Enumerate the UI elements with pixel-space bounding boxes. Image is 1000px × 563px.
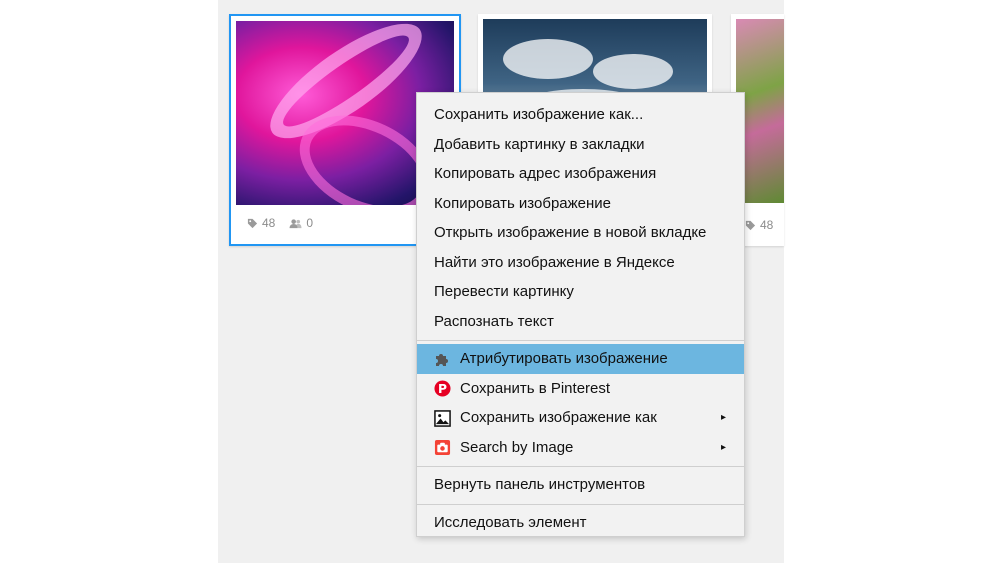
- tag-icon: [247, 218, 258, 228]
- menu-item-label: Атрибутировать изображение: [460, 350, 668, 367]
- menu-item-label: Search by Image: [460, 438, 574, 456]
- menu-separator: [417, 340, 744, 341]
- menu-item-save-image-as-submenu[interactable]: Сохранить изображение как ▸: [417, 403, 744, 433]
- cloud-shape: [503, 39, 593, 79]
- menu-item-translate-image[interactable]: Перевести картинку: [417, 277, 744, 307]
- tags-stat: 48: [745, 218, 773, 232]
- submenu-arrow-icon: ▸: [720, 441, 726, 453]
- menu-item-add-image-bookmark[interactable]: Добавить картинку в закладки: [417, 130, 744, 160]
- menu-item-restore-toolbar[interactable]: Вернуть панель инструментов: [417, 470, 744, 500]
- people-icon: [289, 218, 302, 228]
- menu-separator: [417, 466, 744, 467]
- tags-count: 48: [760, 218, 774, 232]
- menu-item-attribute-image[interactable]: Атрибутировать изображение: [417, 344, 744, 374]
- menu-item-open-image-new-tab[interactable]: Открыть изображение в новой вкладке: [417, 218, 744, 248]
- puzzle-icon: [433, 350, 451, 368]
- menu-item-copy-image[interactable]: Копировать изображение: [417, 189, 744, 219]
- menu-item-recognize-text[interactable]: Распознать текст: [417, 307, 744, 337]
- menu-item-label: Сохранить изображение как: [460, 409, 657, 426]
- cloud-shape: [593, 54, 673, 89]
- context-menu: Сохранить изображение как... Добавить ка…: [416, 92, 745, 537]
- svg-text:P: P: [438, 382, 447, 396]
- menu-separator: [417, 503, 744, 505]
- menu-item-save-to-pinterest[interactable]: P Сохранить в Pinterest: [417, 374, 744, 404]
- camera-icon: [433, 439, 451, 457]
- submenu-arrow-icon: ▸: [720, 412, 726, 423]
- menu-item-save-image-as[interactable]: Сохранить изображение как...: [417, 100, 744, 130]
- tag-icon: [745, 220, 756, 230]
- tags-stat: 48: [247, 216, 275, 230]
- tags-count: 48: [262, 216, 276, 230]
- people-stat: 0: [289, 216, 313, 230]
- card-stats: 48 0: [247, 216, 313, 230]
- menu-item-inspect-element[interactable]: Исследовать элемент: [417, 508, 744, 538]
- people-count: 0: [306, 216, 314, 230]
- pinterest-icon: P: [433, 380, 451, 398]
- image-icon: [433, 409, 451, 427]
- menu-item-search-by-image[interactable]: Search by Image ▸: [417, 433, 744, 463]
- card-stats: 48: [745, 218, 773, 232]
- menu-item-search-image-yandex[interactable]: Найти это изображение в Яндексе: [417, 248, 744, 278]
- menu-item-label: Сохранить в Pinterest: [460, 379, 611, 397]
- menu-item-copy-image-address[interactable]: Копировать адрес изображения: [417, 159, 744, 189]
